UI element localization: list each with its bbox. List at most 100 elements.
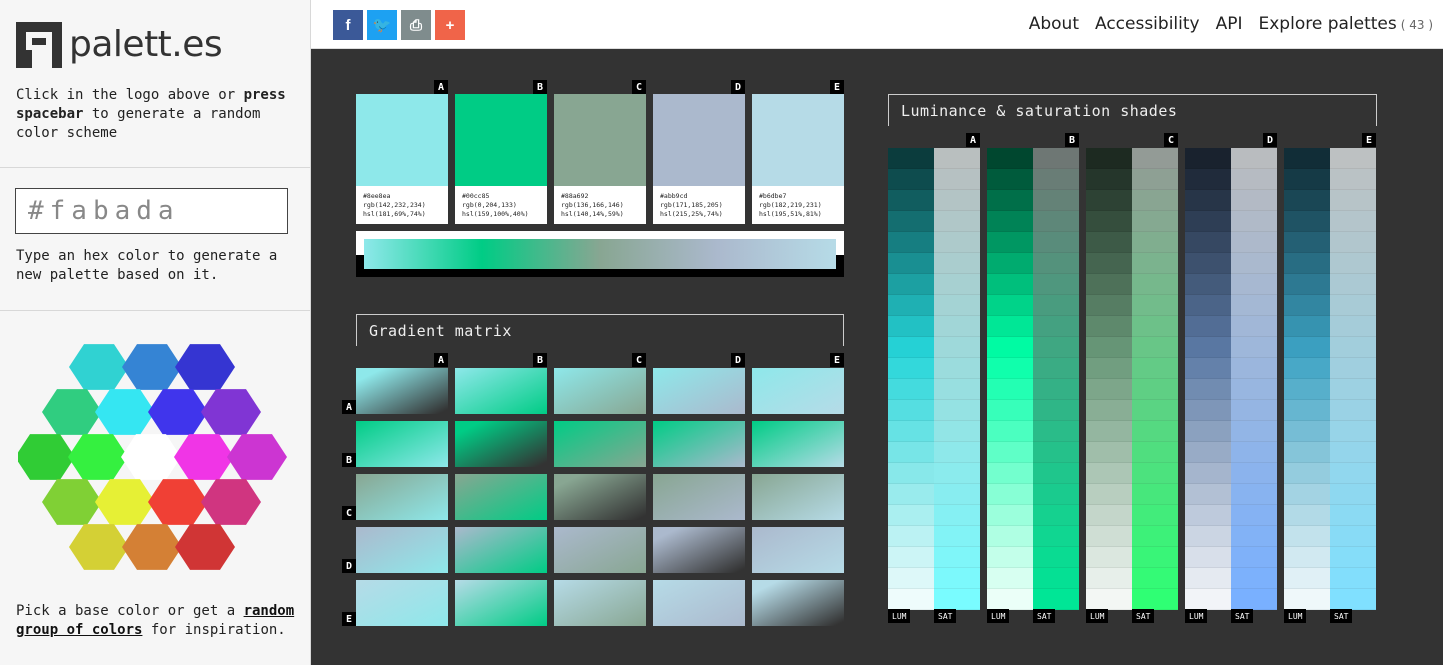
saturation-shade[interactable] [1330, 253, 1376, 274]
luminance-shade[interactable] [1284, 463, 1330, 484]
saturation-shade[interactable] [1132, 169, 1178, 190]
luminance-shade[interactable] [888, 358, 934, 379]
hex-color-cell[interactable] [122, 524, 182, 570]
nav-explore-palettes[interactable]: Explore palettes( 43 ) [1259, 14, 1434, 34]
saturation-shade[interactable] [934, 148, 980, 169]
luminance-shade[interactable] [888, 421, 934, 442]
gradient-matrix-cell[interactable] [752, 527, 844, 573]
saturation-shade[interactable] [934, 484, 980, 505]
luminance-shade[interactable] [1284, 337, 1330, 358]
saturation-shade[interactable] [1330, 589, 1376, 610]
luminance-shade[interactable] [1185, 463, 1231, 484]
luminance-shade[interactable] [888, 295, 934, 316]
luminance-shade[interactable] [1086, 253, 1132, 274]
luminance-shade[interactable] [1086, 295, 1132, 316]
nav-about[interactable]: About [1029, 14, 1079, 34]
saturation-shade[interactable] [1132, 400, 1178, 421]
palette-swatch[interactable]: #00cc85 rgb(0,204,133) hsl(159,100%,40%) [455, 94, 547, 224]
hex-color-cell[interactable] [121, 434, 181, 480]
luminance-shade[interactable] [1284, 253, 1330, 274]
saturation-shade[interactable] [934, 400, 980, 421]
hex-color-cell[interactable] [42, 389, 102, 435]
luminance-shade[interactable] [1284, 568, 1330, 589]
luminance-shade[interactable] [1185, 211, 1231, 232]
luminance-shade[interactable] [987, 358, 1033, 379]
logo[interactable]: palett.es [16, 22, 223, 68]
luminance-shade[interactable] [987, 379, 1033, 400]
luminance-shade[interactable] [987, 211, 1033, 232]
luminance-shade[interactable] [1185, 442, 1231, 463]
saturation-shade[interactable] [1033, 295, 1079, 316]
saturation-shade[interactable] [934, 295, 980, 316]
luminance-shade[interactable] [987, 589, 1033, 610]
saturation-shade[interactable] [1132, 505, 1178, 526]
saturation-shade[interactable] [1033, 463, 1079, 484]
luminance-shade[interactable] [888, 526, 934, 547]
gradient-matrix-cell[interactable] [752, 368, 844, 414]
luminance-shade[interactable] [1284, 148, 1330, 169]
swatch-color[interactable] [455, 94, 547, 186]
nav-api[interactable]: API [1216, 14, 1243, 34]
saturation-shade[interactable] [1330, 568, 1376, 589]
hex-color-cell[interactable] [69, 524, 129, 570]
luminance-shade[interactable] [1086, 589, 1132, 610]
gradient-matrix-cell[interactable] [455, 580, 547, 626]
gradient-matrix-cell[interactable] [554, 580, 646, 626]
saturation-shade[interactable] [1330, 484, 1376, 505]
luminance-shade[interactable] [888, 274, 934, 295]
saturation-shade[interactable] [1330, 274, 1376, 295]
luminance-shade[interactable] [987, 169, 1033, 190]
luminance-shade[interactable] [888, 463, 934, 484]
saturation-shade[interactable] [934, 526, 980, 547]
gradient-matrix-cell[interactable] [554, 421, 646, 467]
saturation-shade[interactable] [1231, 526, 1277, 547]
luminance-shade[interactable] [1185, 484, 1231, 505]
saturation-shade[interactable] [1132, 274, 1178, 295]
saturation-shade[interactable] [934, 358, 980, 379]
palette-swatch[interactable]: #abb9cd rgb(171,185,205) hsl(215,25%,74%) [653, 94, 745, 224]
saturation-shade[interactable] [1231, 316, 1277, 337]
saturation-shade[interactable] [1033, 274, 1079, 295]
saturation-shade[interactable] [934, 337, 980, 358]
twitter-share-button[interactable]: 🐦 [367, 10, 397, 40]
luminance-shade[interactable] [1284, 526, 1330, 547]
luminance-shade[interactable] [888, 484, 934, 505]
gradient-matrix-cell[interactable] [653, 580, 745, 626]
saturation-shade[interactable] [1330, 169, 1376, 190]
gradient-matrix-cell[interactable] [356, 527, 448, 573]
print-button[interactable]: ⎙ [401, 10, 431, 40]
saturation-shade[interactable] [934, 169, 980, 190]
saturation-shade[interactable] [1231, 253, 1277, 274]
luminance-shade[interactable] [987, 442, 1033, 463]
hex-color-cell[interactable] [201, 389, 261, 435]
luminance-shade[interactable] [987, 253, 1033, 274]
luminance-shade[interactable] [888, 211, 934, 232]
hex-color-cell[interactable] [122, 344, 182, 390]
hex-color-cell[interactable] [68, 434, 128, 480]
luminance-shade[interactable] [1086, 169, 1132, 190]
luminance-shade[interactable] [1086, 484, 1132, 505]
saturation-shade[interactable] [1132, 568, 1178, 589]
gradient-matrix-cell[interactable] [554, 527, 646, 573]
luminance-shade[interactable] [987, 274, 1033, 295]
gradient-matrix-cell[interactable] [653, 421, 745, 467]
saturation-shade[interactable] [1132, 421, 1178, 442]
gradient-matrix-cell[interactable] [752, 474, 844, 520]
nav-accessibility[interactable]: Accessibility [1095, 14, 1200, 34]
saturation-shade[interactable] [1231, 379, 1277, 400]
luminance-shade[interactable] [1086, 442, 1132, 463]
saturation-shade[interactable] [1330, 337, 1376, 358]
luminance-shade[interactable] [1086, 379, 1132, 400]
luminance-shade[interactable] [1185, 316, 1231, 337]
hex-color-cell[interactable] [175, 524, 235, 570]
saturation-shade[interactable] [1132, 232, 1178, 253]
luminance-shade[interactable] [1086, 400, 1132, 421]
gradient-matrix-cell[interactable] [554, 474, 646, 520]
luminance-shade[interactable] [1284, 442, 1330, 463]
luminance-shade[interactable] [1185, 253, 1231, 274]
saturation-shade[interactable] [1033, 169, 1079, 190]
saturation-shade[interactable] [1330, 547, 1376, 568]
saturation-shade[interactable] [1033, 505, 1079, 526]
luminance-shade[interactable] [1284, 316, 1330, 337]
luminance-shade[interactable] [1086, 421, 1132, 442]
